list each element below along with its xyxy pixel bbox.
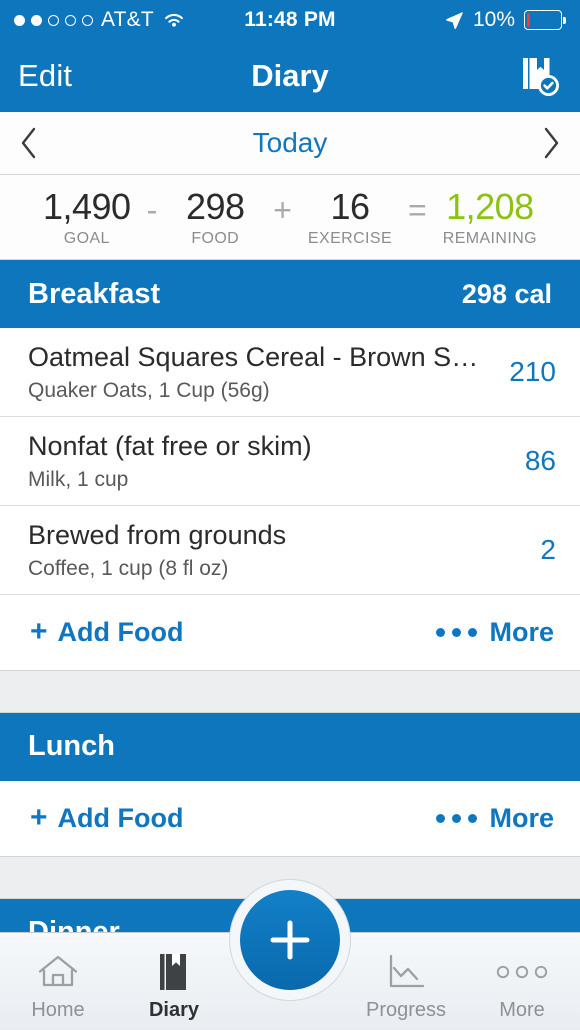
chevron-left-icon [18,126,40,160]
tab-bar: Home Diary Progress More [0,880,580,1030]
book-icon [155,949,193,995]
food-entry-row[interactable]: Oatmeal Squares Cereal - Brown Su… Quaker… [0,328,580,417]
fab-circle[interactable] [240,890,340,990]
complete-diary-button[interactable] [516,53,562,99]
meal-calories: 298 cal [461,278,552,309]
summary-remaining-label: REMAINING [442,229,538,247]
diary-complete-icon [516,53,562,99]
tab-more-label: More [499,998,545,1021]
date-navigation-bar: Today [0,112,580,175]
food-entry-title: Brewed from grounds [28,519,287,550]
summary-remaining-value: 1,208 [446,186,534,227]
food-entry-detail: Coffee, 1 cup (8 fl oz) [28,556,229,580]
summary-food-label: FOOD [191,229,240,247]
summary-remaining: 1,208 REMAINING [442,186,538,248]
meal-more-label: More [489,616,554,647]
food-entry-title: Oatmeal Squares Cereal - Brown Su… [28,342,492,372]
add-food-button[interactable]: + Add Food [30,617,184,648]
food-entry-text: Nonfat (fat free or skim) Milk, 1 cup [28,430,507,492]
food-entry-row[interactable]: Nonfat (fat free or skim) Milk, 1 cup 86 [0,416,580,506]
plus-icon [263,913,317,967]
food-entry-detail: Quaker Oats, 1 Cup (56g) [28,378,270,402]
meal-name: Breakfast [28,277,161,310]
food-entry-text: Oatmeal Squares Cereal - Brown Su… Quaker… [28,341,491,403]
tab-progress[interactable]: Progress [348,933,464,1030]
meal-name: Lunch [28,730,115,763]
meal-actions: + Add Food More [0,780,580,857]
battery-icon [524,10,566,30]
summary-operator-minus: - [146,192,158,228]
summary-goal-value: 1,490 [42,186,131,227]
home-icon [36,949,80,995]
signal-strength-icon [14,14,93,26]
status-bar-left: AT&T [14,8,186,32]
tab-home[interactable]: Home [0,933,116,1030]
meal-more-button[interactable]: More [436,803,554,834]
location-arrow-icon [444,10,464,30]
food-entry-row[interactable]: Brewed from grounds Coffee, 1 cup (8 fl o… [0,505,580,595]
summary-food-value: 298 [185,186,245,227]
food-entry-calories: 210 [509,355,556,387]
summary-exercise-value: 16 [330,186,370,227]
summary-food: 298 FOOD [173,186,257,248]
navigation-bar: Edit Diary [0,40,580,112]
page-title: Diary [251,58,329,93]
meal-header[interactable]: Lunch [0,712,580,781]
meal-section: Lunch + Add Food More [0,712,580,899]
calorie-summary-bar[interactable]: 1,490 GOAL - 298 FOOD + 16 EXERCISE = 1,… [0,175,580,260]
add-food-label: Add Food [57,616,184,647]
tab-progress-label: Progress [365,998,447,1021]
food-entry-text: Brewed from grounds Coffee, 1 cup (8 fl o… [28,519,522,581]
food-entry-title: Nonfat (fat free or skim) [28,430,312,461]
previous-day-button[interactable] [0,126,58,160]
add-food-label: Add Food [57,802,184,833]
summary-goal: 1,490 GOAL [42,186,131,248]
food-entry-calories: 2 [540,533,556,565]
meal-section: Breakfast 298 cal Oatmeal Squares Cereal -… [0,260,580,713]
diary-screen: AT&T 11:48 PM 10% Edit Diary Today 1,490… [0,0,580,1030]
current-date-label[interactable]: Today [0,127,580,159]
summary-exercise: 16 EXERCISE [307,186,393,248]
summary-operator-plus: + [273,192,292,228]
add-entry-button[interactable] [230,880,350,1000]
chevron-right-icon [540,126,562,160]
summary-exercise-label: EXERCISE [307,229,393,247]
meal-header[interactable]: Breakfast 298 cal [0,260,580,328]
meal-more-button[interactable]: More [436,617,554,648]
tab-more[interactable]: More [464,933,580,1030]
tab-diary-label: Diary [148,998,200,1021]
summary-operator-equals: = [408,192,427,228]
ellipsis-icon [494,949,550,995]
section-spacer [0,670,580,713]
next-day-button[interactable] [522,126,580,160]
status-bar-right: 10% [444,8,566,32]
food-entry-detail: Milk, 1 cup [28,467,129,491]
line-chart-icon [384,949,428,995]
edit-button[interactable]: Edit [18,58,72,94]
carrier-label: AT&T [101,8,154,31]
wifi-icon [162,11,186,29]
ellipsis-icon [436,627,478,637]
meal-actions: + Add Food More [0,594,580,671]
tab-home-label: Home [31,998,85,1021]
tab-diary[interactable]: Diary [116,933,232,1030]
plus-icon: + [30,801,48,835]
summary-goal-label: GOAL [63,229,110,247]
meal-more-label: More [489,802,554,833]
battery-percent-label: 10% [472,8,515,31]
status-bar: AT&T 11:48 PM 10% [0,0,580,40]
ellipsis-icon [436,813,478,823]
add-food-button[interactable]: + Add Food [30,803,184,834]
plus-icon: + [30,615,48,649]
food-entry-calories: 86 [524,444,556,476]
